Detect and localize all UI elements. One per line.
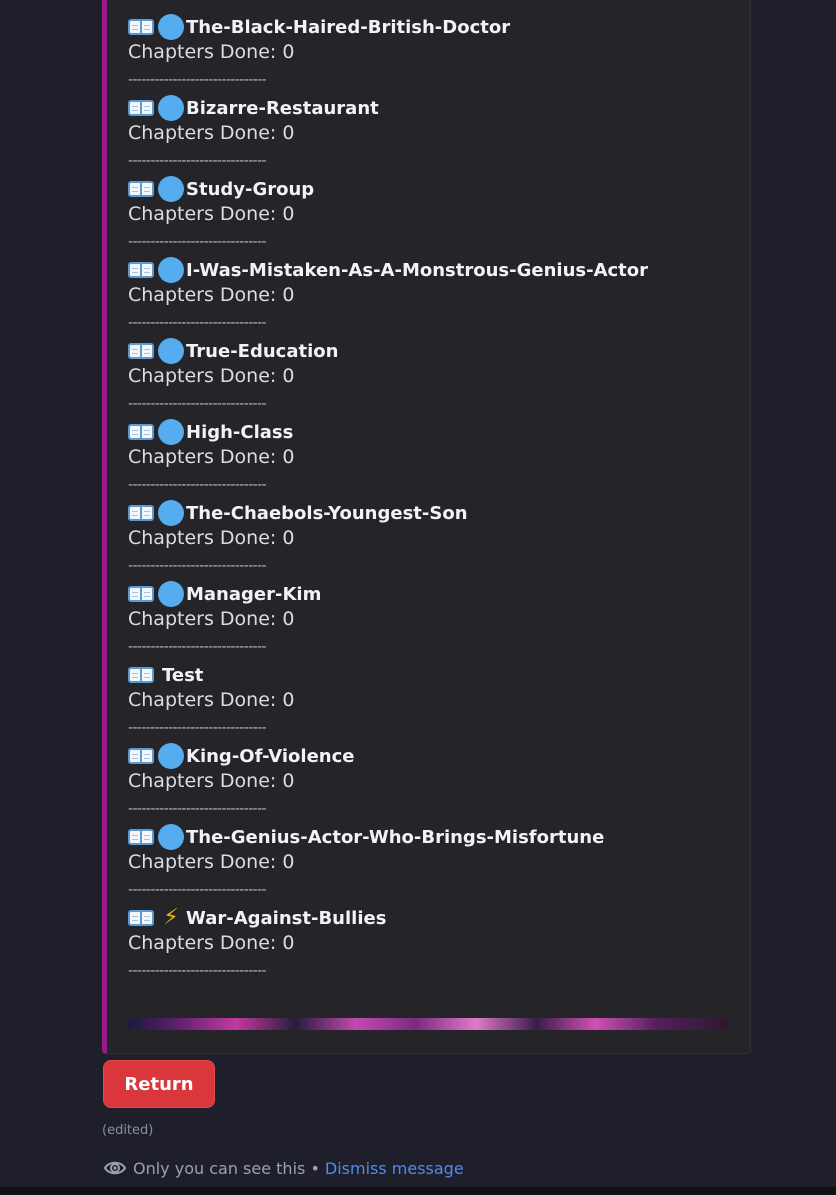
blue-circle-icon (158, 14, 184, 40)
eye-icon (103, 1161, 127, 1175)
chapters-done: Chapters Done: 0 (128, 932, 295, 954)
blue-circle-icon (158, 257, 184, 283)
entry-name: King-Of-Violence (186, 745, 355, 767)
blue-circle-icon (158, 824, 184, 850)
entry-title: Manager-Kim (128, 581, 321, 607)
entry-name: Manager-Kim (186, 583, 322, 605)
entry-title: Test (128, 662, 203, 688)
blue-circle-icon (158, 176, 184, 202)
chapters-done: Chapters Done: 0 (128, 608, 295, 630)
separator-line: ------------------------------- (128, 639, 267, 653)
entry-name: War-Against-Bullies (186, 907, 387, 929)
entry-name: True-Education (186, 340, 339, 362)
separator-line: ------------------------------- (128, 801, 267, 815)
open-book-icon (128, 422, 155, 442)
open-book-icon (128, 746, 155, 766)
entry-title: High-Class (128, 419, 293, 445)
entry-name: I-Was-Mistaken-As-A-Monstrous-Genius-Act… (186, 259, 649, 281)
entry-title: True-Education (128, 338, 338, 364)
separator-line: ------------------------------- (128, 396, 267, 410)
chapters-done: Chapters Done: 0 (128, 284, 295, 306)
entry-name: High-Class (186, 421, 294, 443)
separator-line: ------------------------------- (128, 882, 267, 896)
bottom-bar (0, 1187, 836, 1195)
entry-name: The-Black-Haired-British-Doctor (186, 16, 511, 38)
entry-name: Study-Group (186, 178, 315, 200)
embed-card: ------------------------------- The-Black… (102, 0, 751, 1054)
open-book-icon (128, 179, 155, 199)
chapters-done: Chapters Done: 0 (128, 527, 295, 549)
blue-circle-icon (158, 500, 184, 526)
open-book-icon (128, 503, 155, 523)
chapters-done: Chapters Done: 0 (128, 122, 295, 144)
entry-title: The-Black-Haired-British-Doctor (128, 14, 510, 40)
separator-line: ------------------------------- (128, 0, 388, 3)
blue-circle-icon (158, 95, 184, 121)
separator-line: ------------------------------- (128, 720, 267, 734)
entry-title: Study-Group (128, 176, 314, 202)
entry-name: The-Chaebols-Youngest-Son (186, 502, 468, 524)
chapters-done: Chapters Done: 0 (128, 365, 295, 387)
chapters-done: Chapters Done: 0 (128, 689, 295, 711)
open-book-icon (128, 260, 155, 280)
blue-circle-icon (158, 419, 184, 445)
lightning-icon: ⚡ (163, 905, 179, 930)
open-book-icon (128, 98, 155, 118)
chapters-done: Chapters Done: 0 (128, 203, 295, 225)
chapters-done: Chapters Done: 0 (128, 41, 295, 63)
embed-banner-image[interactable] (128, 1018, 728, 1030)
separator-line: ------------------------------- (128, 558, 267, 572)
open-book-icon (128, 827, 155, 847)
chapters-done: Chapters Done: 0 (128, 851, 295, 873)
open-book-icon (128, 341, 155, 361)
blue-circle-icon (158, 581, 184, 607)
entry-name: Test (162, 664, 204, 686)
blue-circle-icon (158, 743, 184, 769)
entry-title: King-Of-Violence (128, 743, 355, 769)
separator-line: ------------------------------- (128, 315, 267, 329)
ephemeral-text: Only you can see this • (133, 1158, 320, 1178)
open-book-icon (128, 908, 155, 928)
chapters-done: Chapters Done: 0 (128, 446, 295, 468)
open-book-icon (128, 665, 155, 685)
open-book-icon (128, 584, 155, 604)
entry-name: The-Genius-Actor-Who-Brings-Misfortune (186, 826, 605, 848)
dismiss-message-link[interactable]: Dismiss message (325, 1159, 464, 1178)
entry-title: The-Chaebols-Youngest-Son (128, 500, 468, 526)
open-book-icon (128, 17, 155, 37)
separator-line: ------------------------------- (128, 477, 267, 491)
separator-line: ------------------------------- (128, 963, 267, 977)
separator-line: ------------------------------- (128, 234, 267, 248)
edited-label: (edited) (102, 1123, 154, 1138)
ephemeral-notice: Only you can see this • Dismiss message (103, 1157, 464, 1179)
separator-line: ------------------------------- (128, 72, 267, 86)
chapters-done: Chapters Done: 0 (128, 770, 295, 792)
blue-circle-icon (158, 338, 184, 364)
return-button[interactable]: Return (103, 1060, 215, 1108)
separator-line: ------------------------------- (128, 153, 267, 167)
entry-name: Bizarre-Restaurant (186, 97, 379, 119)
entry-title: ⚡ War-Against-Bullies (128, 905, 386, 931)
entry-title: Bizarre-Restaurant (128, 95, 379, 121)
entry-title: I-Was-Mistaken-As-A-Monstrous-Genius-Act… (128, 257, 648, 283)
entry-title: The-Genius-Actor-Who-Brings-Misfortune (128, 824, 604, 850)
